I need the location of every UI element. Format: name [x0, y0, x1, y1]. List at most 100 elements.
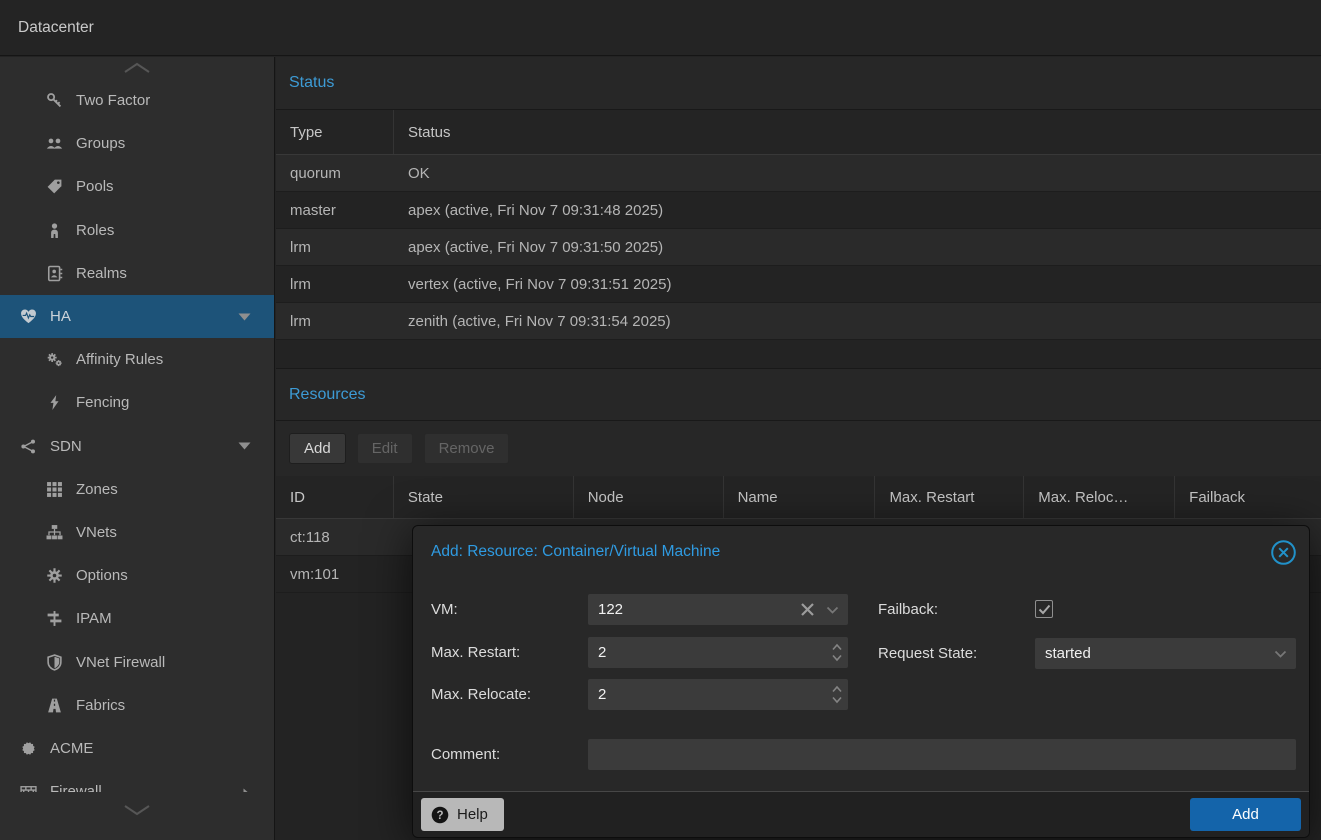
max-relocate-label: Max. Relocate: [431, 679, 531, 710]
grid-icon [45, 480, 63, 498]
max-relocate-stepper[interactable]: 2 [588, 679, 848, 710]
sidebar-item-affinity-rules[interactable]: Affinity Rules [0, 338, 274, 381]
clear-icon[interactable] [800, 602, 815, 617]
gears-icon [45, 351, 63, 369]
cell-type: lrm [276, 229, 394, 265]
caret-down-icon[interactable] [238, 313, 251, 321]
cell-type: master [276, 192, 394, 228]
cell-status: zenith (active, Fri Nov 7 09:31:54 2025) [394, 303, 1321, 339]
spinner-icons[interactable] [831, 641, 843, 664]
comment-input[interactable] [588, 739, 1296, 770]
vm-combo[interactable]: 122 [588, 594, 848, 625]
request-state-label: Request State: [878, 638, 977, 669]
users-icon [45, 135, 63, 153]
proxmox-datacenter-screen: Datacenter Two FactorGroups Pools Roles Rea… [0, 0, 1321, 840]
request-state-select[interactable]: started [1035, 638, 1296, 669]
add-resource-dialog: Add: Resource: Container/Virtual Machine… [412, 525, 1310, 838]
table-row[interactable]: quorumOK [276, 155, 1321, 192]
request-state-value: started [1045, 638, 1091, 669]
cell-id: ct:118 [276, 519, 394, 555]
sidebar-item-fabrics[interactable]: Fabrics [0, 684, 274, 727]
sidebar-item-label: Options [76, 567, 128, 584]
address-book-icon [45, 264, 63, 282]
add-button[interactable]: Add [289, 433, 346, 464]
column-header-status[interactable]: Status [394, 110, 1321, 154]
status-panel-header: Status [276, 57, 1321, 110]
cell-type: quorum [276, 155, 394, 191]
bolt-icon [45, 394, 63, 412]
status-table-header: TypeStatus [276, 110, 1321, 155]
tag-icon [45, 178, 63, 196]
failback-checkbox[interactable] [1035, 600, 1053, 618]
edit-button: Edit [357, 433, 413, 464]
table-row[interactable]: lrmapex (active, Fri Nov 7 09:31:50 2025… [276, 229, 1321, 266]
sidebar-item-two-factor[interactable]: Two Factor [0, 79, 274, 122]
chevron-down-icon[interactable] [1274, 650, 1287, 658]
column-header-node[interactable]: Node [574, 476, 724, 518]
max-restart-stepper[interactable]: 2 [588, 637, 848, 668]
status-table-rows: quorumOKmasterapex (active, Fri Nov 7 09… [276, 155, 1321, 340]
sidebar-item-zones[interactable]: Zones [0, 468, 274, 511]
cell-status: apex (active, Fri Nov 7 09:31:50 2025) [394, 229, 1321, 265]
certificate-icon [19, 739, 37, 757]
sidebar-item-sdn[interactable]: SDN [0, 425, 274, 468]
table-row[interactable]: lrmvertex (active, Fri Nov 7 09:31:51 20… [276, 266, 1321, 303]
svg-text:?: ? [436, 810, 443, 822]
sidebar-item-ha[interactable]: HA [0, 295, 274, 338]
column-header-type[interactable]: Type [276, 110, 394, 154]
sliders-icon [45, 610, 63, 628]
page-title: Datacenter [18, 0, 94, 56]
sidebar-item-groups[interactable]: Groups [0, 122, 274, 165]
chevron-down-icon[interactable] [826, 606, 839, 614]
comment-label: Comment: [431, 739, 500, 770]
max-relocate-value: 2 [598, 679, 606, 710]
column-header-name[interactable]: Name [724, 476, 876, 518]
sidebar-item-vnet-firewall[interactable]: VNet Firewall [0, 640, 274, 683]
sidebar-item-ipam[interactable]: IPAM [0, 597, 274, 640]
status-panel-title: Status [289, 74, 334, 92]
cell-status: apex (active, Fri Nov 7 09:31:48 2025) [394, 192, 1321, 228]
cell-type: lrm [276, 303, 394, 339]
sidebar-item-label: Affinity Rules [76, 351, 163, 368]
column-header-state[interactable]: State [394, 476, 574, 518]
sidebar-item-label: Pools [76, 178, 114, 195]
max-restart-label: Max. Restart: [431, 637, 520, 668]
help-button[interactable]: ? Help [421, 798, 504, 831]
column-header-max-restart[interactable]: Max. Restart [875, 476, 1024, 518]
sidebar-item-pools[interactable]: Pools [0, 165, 274, 208]
sidebar-item-label: ACME [50, 740, 93, 757]
share-nodes-icon [19, 437, 37, 455]
cell-status: vertex (active, Fri Nov 7 09:31:51 2025) [394, 266, 1321, 302]
table-row[interactable]: masterapex (active, Fri Nov 7 09:31:48 2… [276, 192, 1321, 229]
cell-type: lrm [276, 266, 394, 302]
sidebar-item-fencing[interactable]: Fencing [0, 381, 274, 424]
sidebar-nav: Two FactorGroups Pools Roles Realms HA Affini… [0, 79, 274, 813]
resources-panel-header: Resources [276, 368, 1321, 421]
sidebar-item-options[interactable]: Options [0, 554, 274, 597]
sitemap-icon [45, 523, 63, 541]
sidebar-item-label: VNet Firewall [76, 654, 165, 671]
sidebar-item-roles[interactable]: Roles [0, 209, 274, 252]
gear-icon [45, 567, 63, 585]
dialog-add-button[interactable]: Add [1190, 798, 1301, 831]
sidebar-item-label: Roles [76, 222, 114, 239]
sidebar-item-label: HA [50, 308, 71, 325]
caret-down-icon[interactable] [238, 442, 251, 450]
help-button-label: Help [457, 806, 488, 823]
close-icon[interactable] [1270, 539, 1297, 566]
scroll-up-icon[interactable] [0, 61, 274, 74]
cell-id: vm:101 [276, 556, 394, 592]
table-row[interactable]: lrmzenith (active, Fri Nov 7 09:31:54 20… [276, 303, 1321, 340]
column-header-max-reloc[interactable]: Max. Reloc… [1024, 476, 1175, 518]
column-header-failback[interactable]: Failback [1175, 476, 1321, 518]
dialog-title: Add: Resource: Container/Virtual Machine [431, 526, 720, 578]
sidebar-item-realms[interactable]: Realms [0, 252, 274, 295]
sidebar-item-vnets[interactable]: VNets [0, 511, 274, 554]
scroll-down-icon[interactable] [119, 804, 155, 817]
sidebar-item-acme[interactable]: ACME [0, 727, 274, 770]
resources-panel-title: Resources [289, 386, 365, 404]
max-restart-value: 2 [598, 637, 606, 668]
spinner-icons[interactable] [831, 683, 843, 706]
column-header-id[interactable]: ID [276, 476, 394, 518]
sidebar-item-label: IPAM [76, 610, 112, 627]
